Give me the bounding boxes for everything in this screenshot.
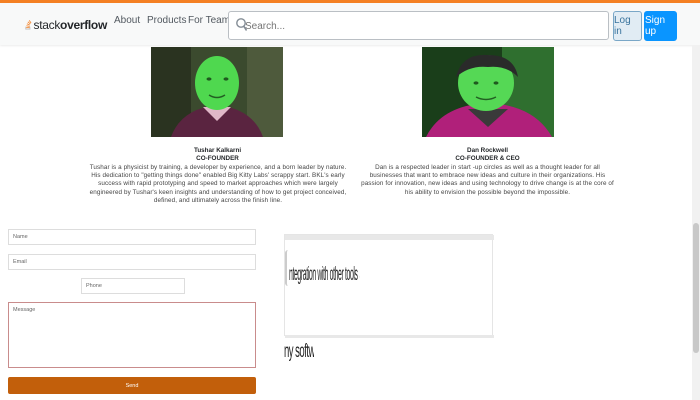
nav-about[interactable]: About [114,15,140,26]
send-button[interactable]: Send [8,377,256,394]
signup-button[interactable]: Sign up [644,11,677,41]
tushar-role: CO-FOUNDER [196,155,239,162]
logo-text: stackoverflow [33,18,108,32]
phone-field[interactable]: Phone [81,278,185,294]
top-navigation-bar: stackoverflow About Products For Teams L… [0,0,700,45]
login-button[interactable]: Log in [613,11,642,41]
dan-name: Dan Rockwell [467,147,508,154]
name-field[interactable]: Name [8,229,256,245]
stackoverflow-logo[interactable]: stackoverflow [25,11,107,39]
search-input[interactable] [245,16,545,36]
tushar-photo [151,47,283,137]
embed-text-line: ntegration with other tools and the Big … [289,264,360,285]
dan-photo [422,47,554,137]
tushar-bio: Tushar is a physicist by training, a dev… [89,164,347,204]
scroll-thumb[interactable] [693,223,699,353]
tushar-name: Tushar Kalkarni [193,147,242,154]
dan-role: CO-FOUNDER & CEO [455,155,520,162]
page-scrollbar[interactable] [692,45,700,400]
embed-text-line-overflow: ny software [284,341,314,362]
nav-products[interactable]: Products [147,15,186,26]
dan-bio: Dan is a respected leader in start -up c… [361,164,614,196]
stack-logo-icon [25,20,32,30]
email-field[interactable]: Email [8,254,256,270]
embed-top-bar [285,235,494,240]
search-box[interactable] [228,11,609,40]
message-field[interactable]: Message [8,302,256,368]
embed-bottom-bar [285,335,494,338]
